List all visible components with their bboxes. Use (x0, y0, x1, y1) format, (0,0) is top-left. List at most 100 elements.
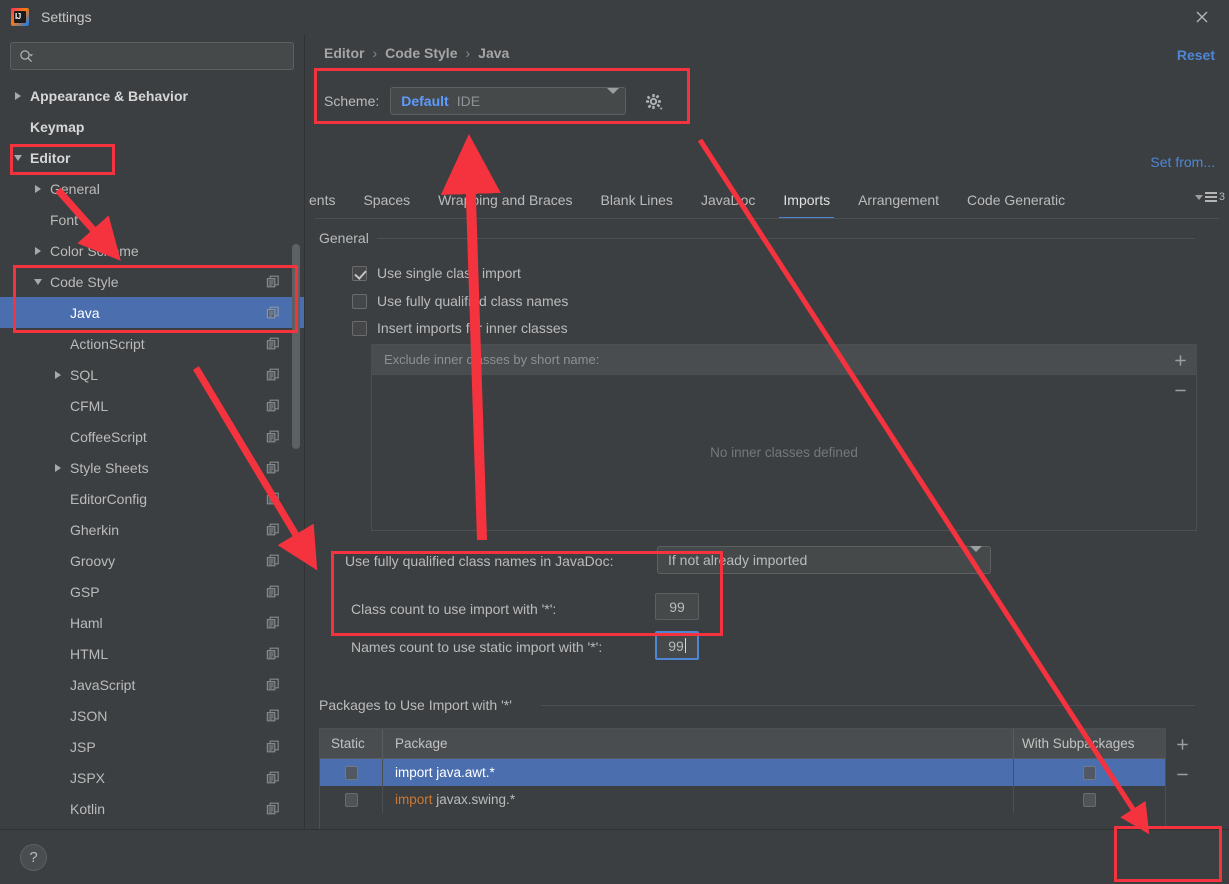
set-from-link[interactable]: Set from... (1150, 154, 1215, 170)
checkbox-box (352, 293, 367, 309)
sidebar-item-code-style[interactable]: Code Style (0, 266, 304, 297)
copy-scheme-icon[interactable] (266, 337, 280, 351)
sidebar-item-coffeescript[interactable]: CoffeeScript (0, 421, 304, 452)
table-row[interactable]: import javax.swing.* (320, 786, 1165, 813)
class-count-input[interactable]: 99 (655, 593, 699, 620)
reset-link[interactable]: Reset (1177, 47, 1215, 63)
with-subpackages-cell[interactable] (1013, 786, 1165, 813)
static-checkbox-cell[interactable] (320, 786, 382, 813)
sidebar-item-jsp[interactable]: JSP (0, 731, 304, 762)
chevron-right-icon[interactable] (50, 367, 66, 383)
with-subpackages-checkbox[interactable] (1083, 765, 1096, 780)
copy-scheme-icon[interactable] (266, 554, 280, 568)
minus-icon[interactable] (1169, 759, 1195, 789)
copy-scheme-icon[interactable] (266, 306, 280, 320)
sidebar-item-font[interactable]: Font (0, 204, 304, 235)
sidebar-item-editorconfig[interactable]: EditorConfig (0, 483, 304, 514)
table-row[interactable]: import java.awt.* (320, 759, 1165, 786)
copy-scheme-icon[interactable] (266, 740, 280, 754)
copy-scheme-icon[interactable] (266, 709, 280, 723)
sidebar-item-gherkin[interactable]: Gherkin (0, 514, 304, 545)
sidebar-item-jspx[interactable]: JSPX (0, 762, 304, 793)
chevron-right-icon[interactable] (30, 181, 46, 197)
sidebar-item-appearance-behavior[interactable]: Appearance & Behavior (0, 80, 304, 111)
tab-ents[interactable]: ents (295, 182, 349, 219)
sidebar-item-kotlin[interactable]: Kotlin (0, 793, 304, 824)
copy-scheme-icon[interactable] (266, 771, 280, 785)
chevron-right-icon[interactable] (10, 88, 26, 104)
plus-icon[interactable] (1169, 729, 1195, 759)
breadcrumb-item-editor[interactable]: Editor (324, 45, 364, 61)
search-box[interactable] (10, 42, 294, 70)
tab-code-generatic[interactable]: Code Generatic (953, 182, 1079, 219)
scheme-dropdown[interactable]: Default IDE (390, 87, 627, 115)
breadcrumb-item-code-style[interactable]: Code Style (385, 45, 457, 61)
minus-icon[interactable] (1167, 375, 1193, 405)
sidebar-item-actionscript[interactable]: ActionScript (0, 328, 304, 359)
plus-icon[interactable] (1167, 345, 1193, 375)
checkbox-use-fully-qualified-class-names[interactable]: Use fully qualified class names (352, 293, 568, 309)
tab-spaces[interactable]: Spaces (349, 182, 424, 219)
sidebar-item-haml[interactable]: Haml (0, 607, 304, 638)
sidebar-item-cfml[interactable]: CFML (0, 390, 304, 421)
copy-scheme-icon[interactable] (266, 678, 280, 692)
sidebar-item-editor[interactable]: Editor (0, 142, 304, 173)
chevron-right-icon[interactable] (50, 460, 66, 476)
sidebar-item-sql[interactable]: SQL (0, 359, 304, 390)
tab-blank-lines[interactable]: Blank Lines (587, 182, 687, 219)
sidebar-item-html[interactable]: HTML (0, 638, 304, 669)
copy-scheme-icon[interactable] (266, 523, 280, 537)
search-icon (19, 49, 34, 64)
checkbox-insert-imports-for-inner-classes[interactable]: Insert imports for inner classes (352, 320, 568, 336)
sidebar-item-javascript[interactable]: JavaScript (0, 669, 304, 700)
static-checkbox[interactable] (344, 765, 358, 780)
breadcrumb-item-java[interactable]: Java (478, 45, 509, 61)
copy-scheme-icon[interactable] (266, 802, 280, 816)
copy-scheme-icon[interactable] (266, 585, 280, 599)
javadoc-fqcn-dropdown[interactable]: If not already imported (657, 546, 991, 574)
copy-scheme-icon[interactable] (266, 275, 280, 289)
sidebar-item-keymap[interactable]: Keymap (0, 111, 304, 142)
copy-scheme-icon[interactable] (266, 461, 280, 475)
chevron-down-icon[interactable] (30, 274, 46, 290)
sidebar-item-color-scheme[interactable]: Color Scheme (0, 235, 304, 266)
sidebar-item-json[interactable]: JSON (0, 700, 304, 731)
names-count-input[interactable]: 99 (655, 631, 699, 660)
package-cell[interactable]: import java.awt.* (382, 759, 1013, 786)
javadoc-fqcn-label: Use fully qualified class names in JavaD… (345, 553, 614, 569)
gear-icon[interactable] (640, 88, 666, 114)
sidebar-item-gsp[interactable]: GSP (0, 576, 304, 607)
copy-scheme-icon[interactable] (266, 368, 280, 382)
copy-scheme-icon[interactable] (266, 647, 280, 661)
sidebar-item-groovy[interactable]: Groovy (0, 545, 304, 576)
tab-arrangement[interactable]: Arrangement (844, 182, 953, 219)
chevron-down-icon[interactable] (10, 150, 26, 166)
exclude-list-toolbar (1167, 345, 1193, 405)
static-checkbox[interactable] (344, 792, 358, 807)
checkbox-label: Use single class import (377, 265, 521, 281)
tab-wrapping-and-braces[interactable]: Wrapping and Braces (424, 182, 586, 219)
settings-tree[interactable]: Appearance & Behavior Keymap Editor General… (0, 80, 304, 829)
sidebar-item-style-sheets[interactable]: Style Sheets (0, 452, 304, 483)
copy-scheme-icon[interactable] (266, 492, 280, 506)
help-button[interactable]: ? (20, 844, 47, 871)
tab-imports[interactable]: Imports (769, 182, 844, 219)
package-cell[interactable]: import javax.swing.* (382, 786, 1013, 813)
close-icon[interactable] (1189, 4, 1215, 30)
checkbox-use-single-class-import[interactable]: Use single class import (352, 265, 521, 281)
chevron-right-icon[interactable] (30, 243, 46, 259)
copy-scheme-icon[interactable] (266, 616, 280, 630)
tab-javadoc[interactable]: JavaDoc (687, 182, 769, 219)
settings-dialog: IJ Settings Appearance & Behavior Keymap E… (0, 0, 1229, 884)
tab-list-icon[interactable]: 3 (1194, 191, 1225, 203)
with-subpackages-checkbox[interactable] (1083, 792, 1096, 807)
static-checkbox-cell[interactable] (320, 759, 382, 786)
sidebar-item-general[interactable]: General (0, 173, 304, 204)
sidebar-scrollbar[interactable] (292, 244, 300, 449)
copy-scheme-icon[interactable] (266, 399, 280, 413)
copy-scheme-icon[interactable] (266, 430, 280, 444)
search-input[interactable] (40, 48, 285, 64)
sidebar-item-java[interactable]: Java (0, 297, 304, 328)
column-header-package: Package (382, 729, 1013, 758)
with-subpackages-cell[interactable] (1013, 759, 1165, 786)
